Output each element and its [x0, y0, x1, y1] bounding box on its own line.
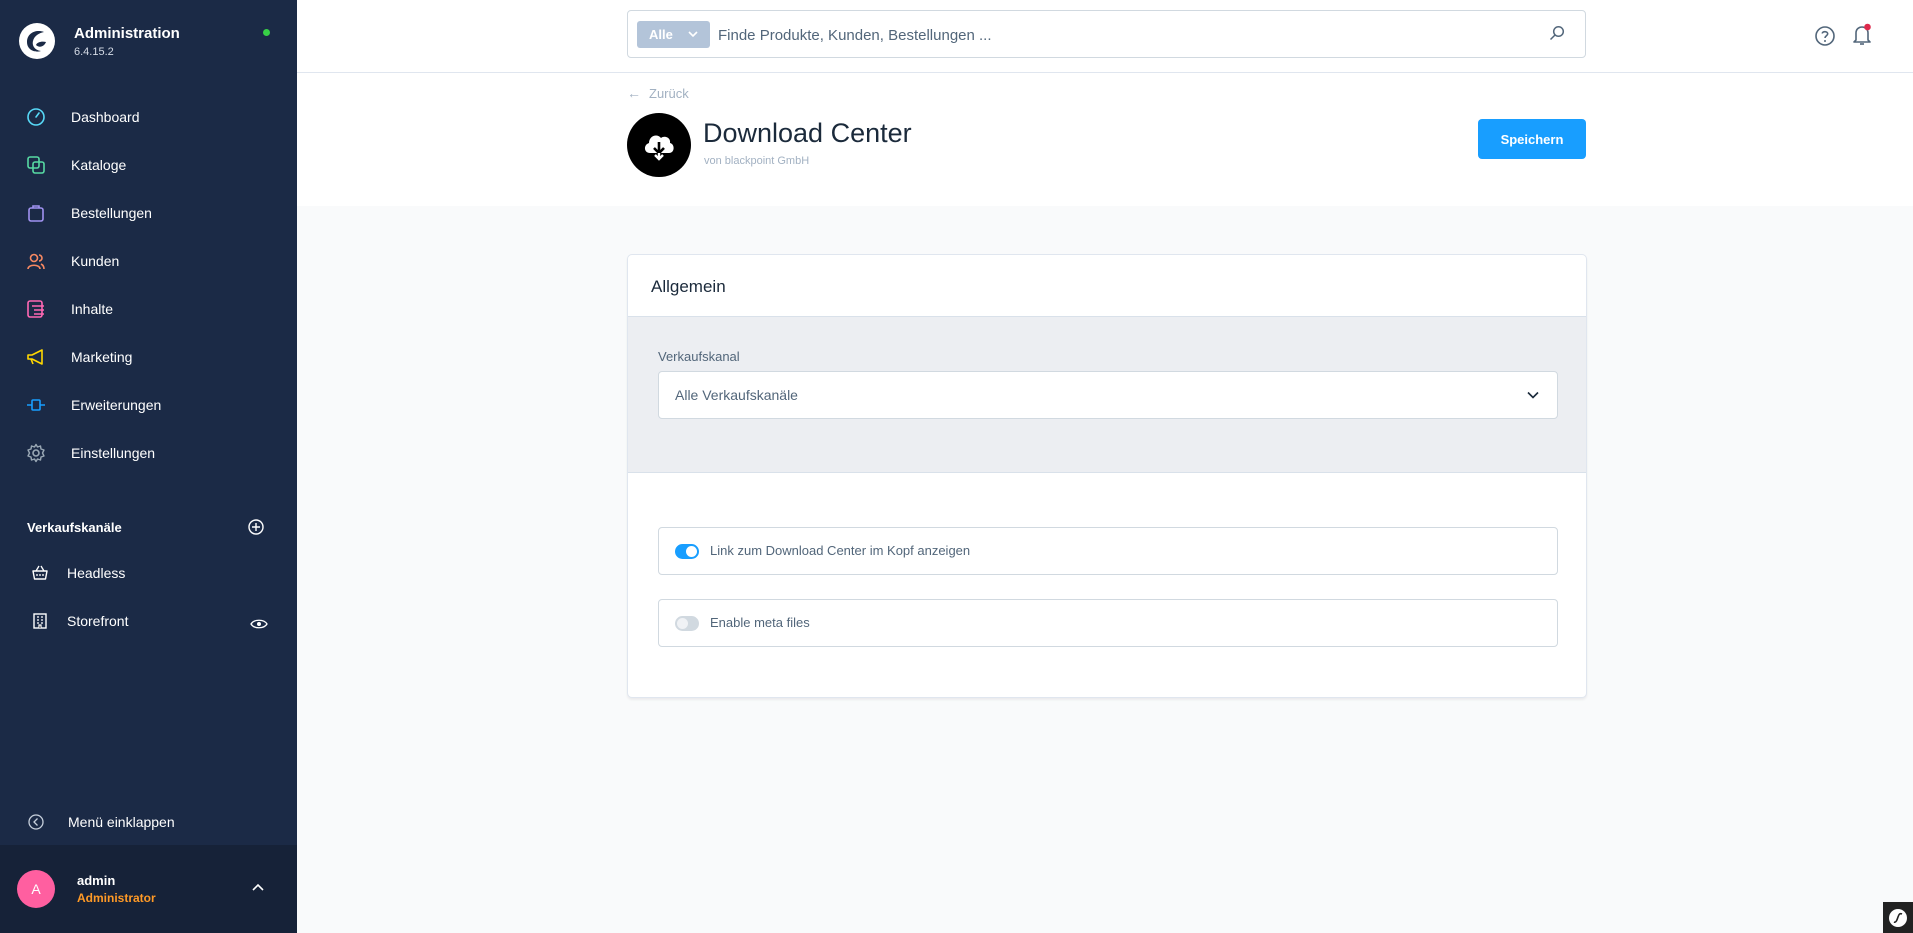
card-title: Allgemein — [651, 277, 726, 296]
chevron-up-icon[interactable] — [251, 882, 265, 892]
save-button[interactable]: Speichern — [1478, 119, 1586, 159]
search-type-select[interactable]: Alle — [637, 21, 710, 48]
nav-label: Inhalte — [71, 301, 114, 317]
switch-row-header-link: Link zum Download Center im Kopf anzeige… — [658, 527, 1558, 575]
storefront-icon — [31, 612, 49, 630]
gear-icon — [25, 442, 47, 464]
shopware-logo-icon[interactable] — [19, 23, 55, 59]
nav-item-kunden[interactable]: Kunden — [0, 237, 297, 285]
sales-channel-select[interactable]: Alle Verkaufskanäle — [658, 371, 1558, 419]
nav-label: Bestellungen — [71, 205, 152, 221]
users-icon — [25, 250, 47, 272]
brand: Administration 6.4.15.2 — [19, 19, 299, 67]
bell-icon[interactable] — [1852, 23, 1872, 47]
nav-item-dashboard[interactable]: Dashboard — [0, 93, 297, 141]
cloud-download-icon — [627, 113, 691, 177]
global-search: Alle — [627, 10, 1586, 58]
chevron-down-icon — [688, 31, 698, 38]
switch-label: Link zum Download Center im Kopf anzeige… — [710, 543, 971, 558]
page-header: ← Zurück Download Center von blackpoint … — [297, 73, 1913, 206]
sales-channel-headless[interactable]: Headless — [0, 551, 297, 595]
nav-label: Erweiterungen — [71, 397, 162, 413]
nav-item-marketing[interactable]: Marketing — [0, 333, 297, 381]
sales-channel-value: Alle Verkaufskanäle — [675, 387, 798, 403]
megaphone-icon — [25, 346, 47, 368]
eye-icon[interactable] — [250, 617, 268, 631]
search-input[interactable] — [716, 19, 1540, 51]
basket-icon — [31, 564, 49, 582]
collapse-label: Menü einklappen — [68, 814, 175, 830]
sales-channel-label: Headless — [67, 565, 126, 581]
user-name: admin — [77, 873, 116, 888]
plugin-vendor: von blackpoint GmbH — [704, 155, 810, 167]
meta-files-toggle[interactable] — [675, 616, 699, 631]
shopping-bag-icon — [25, 202, 47, 224]
main-nav: Dashboard Kataloge Bestellungen Kunden I… — [0, 93, 297, 477]
nav-item-bestellungen[interactable]: Bestellungen — [0, 189, 297, 237]
symfony-toolbar-icon[interactable] — [1883, 902, 1913, 933]
header-link-toggle[interactable] — [675, 544, 699, 559]
help-icon[interactable] — [1814, 25, 1836, 47]
sidebar: Administration 6.4.15.2 Dashboard Katalo… — [0, 0, 297, 933]
user-role: Administrator — [77, 891, 156, 905]
nav-item-erweiterungen[interactable]: Erweiterungen — [0, 381, 297, 429]
chevron-down-icon — [1527, 391, 1539, 399]
nav-item-einstellungen[interactable]: Einstellungen — [0, 429, 297, 477]
card-header: Allgemein — [628, 255, 1586, 317]
app-title: Administration — [74, 25, 180, 42]
gauge-icon — [25, 106, 47, 128]
switch-row-meta-files: Enable meta files — [658, 599, 1558, 647]
search-icon[interactable] — [1549, 25, 1565, 41]
plug-icon — [25, 394, 47, 416]
status-dot — [263, 29, 270, 36]
nav-label: Einstellungen — [71, 445, 156, 461]
config-card: Allgemein Verkaufskanal Alle Verkaufskan… — [627, 254, 1587, 698]
arrow-left-icon: ← — [627, 85, 641, 101]
avatar: A — [17, 870, 55, 908]
sales-channel-label: Storefront — [67, 613, 129, 629]
add-sales-channel-icon[interactable] — [247, 518, 265, 536]
chevron-left-circle-icon — [28, 814, 44, 830]
back-link[interactable]: ← Zurück — [627, 85, 689, 101]
page-title: Download Center — [703, 118, 912, 148]
back-label: Zurück — [649, 85, 689, 101]
nav-item-kataloge[interactable]: Kataloge — [0, 141, 297, 189]
nav-item-inhalte[interactable]: Inhalte — [0, 285, 297, 333]
products-icon — [25, 154, 47, 176]
sales-channels-title: Verkaufskanäle — [27, 520, 122, 535]
nav-label: Marketing — [71, 349, 133, 365]
nav-label: Kunden — [71, 253, 120, 269]
app-version: 6.4.15.2 — [74, 46, 114, 58]
content-icon — [25, 298, 47, 320]
nav-label: Dashboard — [71, 109, 140, 125]
search-type-label: Alle — [649, 27, 673, 42]
topbar: Alle — [297, 0, 1913, 73]
user-menu[interactable]: A admin Administrator — [0, 845, 297, 933]
sales-channel-label: Verkaufskanal — [658, 349, 740, 364]
nav-label: Kataloge — [71, 157, 127, 173]
collapse-menu-button[interactable]: Menü einklappen — [0, 802, 297, 842]
switch-label: Enable meta files — [710, 615, 810, 630]
